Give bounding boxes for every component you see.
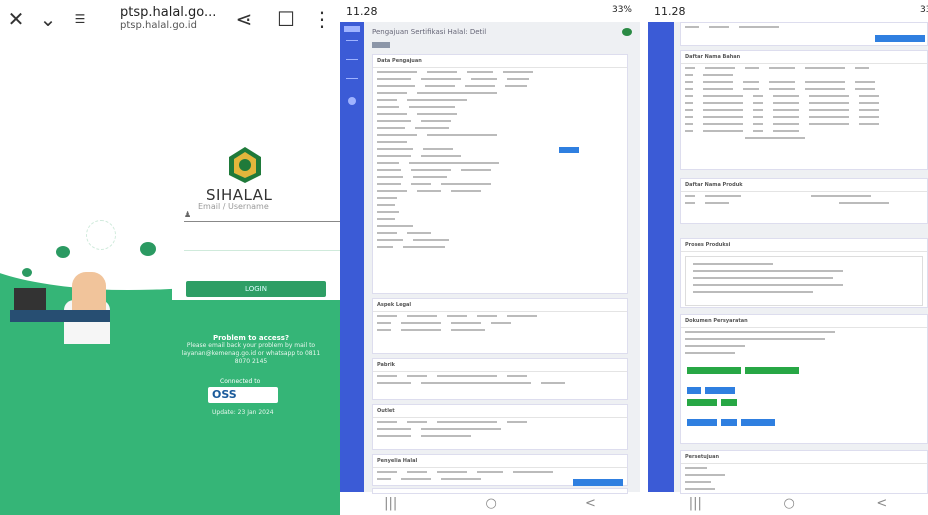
bahan-card: Daftar Nama Bahan <box>680 50 928 170</box>
status-battery: 33% <box>611 5 632 15</box>
card-title: Daftar Nama Produk <box>681 179 927 192</box>
sidebar-item[interactable] <box>346 59 358 60</box>
help-section: Problem to access? Please email back you… <box>176 334 326 366</box>
site-settings-icon[interactable]: ☰ <box>64 12 96 26</box>
lock-icon: ■ <box>184 240 192 249</box>
oss-logo: OSS <box>208 387 278 403</box>
kemenag-logo-icon <box>229 147 261 183</box>
sidebar-logo <box>344 26 360 32</box>
share-icon[interactable]: ⋖ <box>228 7 260 31</box>
action-button[interactable] <box>741 419 775 426</box>
url-title: ptsp.halal.go... <box>120 5 217 20</box>
action-button[interactable] <box>745 367 799 374</box>
recent-apps-button[interactable]: ||| <box>384 496 397 511</box>
help-text: Please email back your problem by mail t… <box>181 342 321 365</box>
card-title: Pabrik <box>373 359 627 372</box>
action-button[interactable] <box>721 399 737 406</box>
proses-produksi-card: Proses Produksi <box>680 238 928 308</box>
email-underline <box>184 221 340 222</box>
sidebar <box>648 22 674 492</box>
sidebar-item[interactable] <box>348 97 356 105</box>
android-nav-bar: ||| ○ < <box>340 492 640 515</box>
home-button[interactable]: ○ <box>485 496 496 511</box>
back-nav-button[interactable]: < <box>585 496 596 511</box>
detail-screen-scrolled: 11.28 33% Daftar Nama Bahan Daftar Nama … <box>648 0 928 515</box>
outlet-card: Outlet <box>372 404 628 450</box>
card-title: Dokumen Persyaratan <box>681 315 927 328</box>
view-document-button[interactable] <box>559 147 579 153</box>
main-content: Daftar Nama Bahan Daftar Nama Produk Pro… <box>674 22 928 494</box>
back-nav-button[interactable]: < <box>876 496 887 511</box>
aspek-legal-card: Aspek Legal <box>372 298 628 354</box>
captcha-label: Masukan Penjumlahan Angka Berikut <box>214 255 294 273</box>
card-title: Daftar Nama Bahan <box>681 51 927 64</box>
action-button[interactable] <box>687 387 701 394</box>
status-bar: 11.28 33% <box>340 0 640 22</box>
status-time: 11.28 <box>346 5 378 18</box>
card-title: Penyelia Halal <box>373 455 627 468</box>
login-screen: ✕ ⌄ ☰ ⋖ ☐ ⋮ ptsp.halal.go... ptsp.halal.… <box>0 0 340 515</box>
url-display[interactable]: ptsp.halal.go... ptsp.halal.go.id <box>120 5 216 31</box>
gear-illustration <box>86 220 116 250</box>
pabrik-card: Pabrik <box>372 358 628 400</box>
status-battery: 33% <box>919 5 928 15</box>
page-title: Pengajuan Sertifikasi Halal: Detil <box>372 28 487 36</box>
produk-card: Daftar Nama Produk <box>680 178 928 224</box>
action-button[interactable] <box>687 367 741 374</box>
sidebar-item[interactable] <box>346 40 358 41</box>
detail-screen: 11.28 33% Pengajuan Sertifikasi Halal: D… <box>340 0 640 515</box>
sidebar-item[interactable] <box>346 78 358 79</box>
bookmark-icon[interactable]: ☐ <box>270 7 302 31</box>
password-underline <box>184 250 340 251</box>
user-icon: ♟ <box>184 210 192 219</box>
penyelia-halal-card: Penyelia Halal <box>372 454 628 486</box>
home-button[interactable]: ○ <box>783 496 794 511</box>
leaf-illustration <box>140 242 156 256</box>
top-card <box>680 22 928 46</box>
captcha-prompt: Masukan Penjumlahan Angka Berikut 4 + 4 … <box>204 254 304 284</box>
action-button[interactable] <box>687 399 717 406</box>
chevron-down-icon[interactable]: ⌄ <box>32 7 64 31</box>
help-title: Problem to access? <box>212 334 290 342</box>
url-host: ptsp.halal.go.id <box>120 20 197 31</box>
connected-label: Connected to <box>220 378 261 385</box>
desk-illustration <box>10 310 110 322</box>
process-textarea[interactable] <box>685 256 923 306</box>
login-button[interactable]: LOGIN <box>186 281 326 297</box>
monitor-illustration <box>14 288 46 310</box>
card-title: Proses Produksi <box>681 239 927 252</box>
action-button[interactable] <box>687 419 717 426</box>
user-avatar[interactable] <box>622 28 632 36</box>
card-title: Outlet <box>373 405 627 418</box>
action-button[interactable] <box>721 419 737 426</box>
status-bar: 11.28 33% <box>648 0 928 22</box>
card-title: Data Pengajuan <box>373 55 627 68</box>
sidebar <box>340 22 364 492</box>
main-content: Pengajuan Sertifikasi Halal: Detil Data … <box>364 22 640 494</box>
add-button[interactable] <box>875 35 925 42</box>
dokumen-card: Dokumen Persyaratan <box>680 314 928 444</box>
card-title: Persetujuan <box>681 451 927 464</box>
update-label: Update: 23 Jan 2024 <box>212 409 274 416</box>
data-pengajuan-card: Data Pengajuan <box>372 54 628 294</box>
separator <box>640 0 648 515</box>
persetujuan-card: Persetujuan <box>680 450 928 494</box>
card-title: Aspek Legal <box>373 299 627 312</box>
add-supervisor-button[interactable] <box>573 479 623 486</box>
action-button[interactable] <box>705 387 735 394</box>
back-button[interactable] <box>372 42 390 48</box>
status-time: 11.28 <box>654 5 686 18</box>
android-nav-bar: ||| ○ < <box>648 492 928 515</box>
recent-apps-button[interactable]: ||| <box>689 496 702 511</box>
leaf-illustration <box>22 268 32 277</box>
menu-icon[interactable]: ⋮ <box>306 7 338 31</box>
email-field[interactable]: Email / Username <box>198 202 269 211</box>
password-field[interactable]: Password <box>198 240 240 250</box>
close-icon[interactable]: ✕ <box>0 7 32 31</box>
leaf-illustration <box>56 246 70 258</box>
